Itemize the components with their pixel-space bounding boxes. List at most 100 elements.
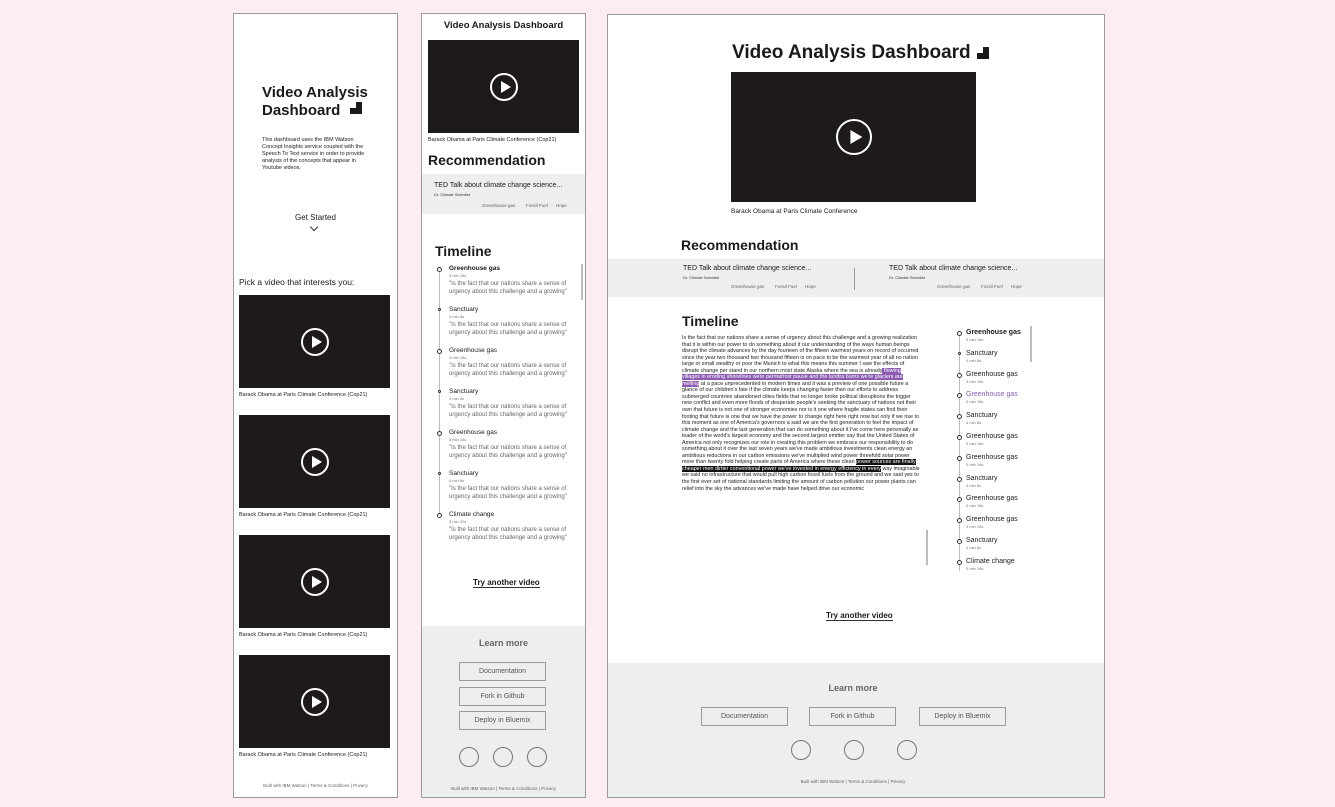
social-icon[interactable] <box>791 740 811 760</box>
rec-card-author: Dr. Climate Scientist <box>683 275 720 280</box>
video-thumbnail-2[interactable] <box>239 415 390 508</box>
timeline-item-label[interactable]: Sanctuary <box>966 350 998 357</box>
timeline-item-label[interactable]: Greenhouse gas <box>966 433 1018 440</box>
timeline-marker[interactable] <box>957 518 962 523</box>
play-icon[interactable] <box>300 327 329 356</box>
timeline-marker[interactable] <box>437 513 442 518</box>
timeline-item-label[interactable]: Sanctuary <box>449 388 478 395</box>
timeline-marker[interactable] <box>438 390 441 393</box>
timeline-marker[interactable] <box>957 456 962 461</box>
timeline-item-label[interactable]: Greenhouse gas <box>966 495 1018 502</box>
timeline-item-label[interactable]: Greenhouse gas <box>966 371 1018 378</box>
timeline-item-label[interactable]: Greenhouse gas <box>966 454 1018 461</box>
timeline-marker[interactable] <box>437 267 442 272</box>
learn-more-heading: Learn more <box>828 683 878 693</box>
timeline-item-time: 4 min 8s <box>449 478 465 483</box>
social-icon[interactable] <box>897 740 917 760</box>
chevron-down-icon[interactable] <box>309 222 319 232</box>
rec-tag[interactable]: Greenhouse gas <box>731 284 764 289</box>
fork-github-button[interactable]: Fork in Github <box>809 707 896 726</box>
footer-privacy-link[interactable]: Privacy <box>353 783 368 788</box>
timeline-item-label[interactable]: Sanctuary <box>449 470 478 477</box>
footer-built-link[interactable]: Built with IBM Watson <box>451 786 495 791</box>
timeline-item-label[interactable]: Sanctuary <box>966 412 998 419</box>
timeline-item-label[interactable]: Sanctuary <box>449 306 478 313</box>
timeline-marker[interactable] <box>957 560 962 565</box>
timeline-scrollbar[interactable] <box>1030 326 1032 362</box>
timeline-marker[interactable] <box>957 435 962 440</box>
timeline-item-time: 3 min 18s <box>966 337 984 342</box>
timeline-marker[interactable] <box>957 331 962 336</box>
timeline-item-label[interactable]: Sanctuary <box>966 475 998 482</box>
timeline-marker[interactable] <box>437 431 442 436</box>
rec-tag[interactable]: Fossil Fuel <box>526 203 548 208</box>
timeline-marker[interactable] <box>957 477 962 482</box>
video-player[interactable] <box>731 72 976 202</box>
timeline-marker[interactable] <box>957 393 962 398</box>
social-icon[interactable] <box>459 747 479 767</box>
timeline-item-label[interactable]: Greenhouse gas <box>966 329 1021 336</box>
footer-privacy-link[interactable]: Privacy <box>891 779 906 784</box>
play-icon[interactable] <box>300 687 329 716</box>
try-another-video-link[interactable]: Try another video <box>826 611 893 621</box>
footer-built-link[interactable]: Built with IBM Watson <box>801 779 845 784</box>
video-player[interactable] <box>428 40 579 133</box>
timeline-marker[interactable] <box>957 373 962 378</box>
footer-terms-link[interactable]: Terms & Conditions <box>848 779 887 784</box>
transcript-scrollbar[interactable] <box>926 530 928 565</box>
play-icon[interactable] <box>835 119 872 155</box>
timeline-item-label[interactable]: Climate change <box>449 511 494 518</box>
rec-card-author: Dr. Climate Scientist <box>434 192 471 197</box>
video-thumbnail-4[interactable] <box>239 655 390 748</box>
video-thumbnail-1[interactable] <box>239 295 390 388</box>
timeline-scrollbar[interactable] <box>581 264 583 300</box>
social-icon[interactable] <box>527 747 547 767</box>
footer-privacy-link[interactable]: Privacy <box>541 786 556 791</box>
timeline-item-label[interactable]: Greenhouse gas <box>449 429 497 436</box>
try-another-video-link[interactable]: Try another video <box>473 578 540 588</box>
documentation-button[interactable]: Documentation <box>459 662 546 681</box>
play-icon[interactable] <box>300 447 329 476</box>
timeline-marker[interactable] <box>957 539 962 544</box>
timeline-item-quote: "Is the fact that our nations share a se… <box>449 363 567 377</box>
footer-built-link[interactable]: Built with IBM Watson <box>263 783 307 788</box>
rec-tag[interactable]: Hope <box>805 284 816 289</box>
timeline-item-label[interactable]: Greenhouse gas <box>449 347 497 354</box>
footer: Built with IBM Watson | Terms & Conditio… <box>263 783 368 788</box>
timeline-item-label[interactable]: Greenhouse gas <box>449 265 500 272</box>
rec-card[interactable]: TED Talk about climate change science...… <box>889 265 1049 295</box>
rec-tag[interactable]: Fossil Fuel <box>981 284 1003 289</box>
timeline-marker[interactable] <box>957 497 962 502</box>
learn-more-heading: Learn more <box>478 638 529 648</box>
rec-tag[interactable]: Greenhouse gas <box>937 284 970 289</box>
documentation-button[interactable]: Documentation <box>701 707 788 726</box>
timeline-item-time: 4 min 8s <box>449 396 465 401</box>
play-icon[interactable] <box>489 72 518 101</box>
timeline-marker[interactable] <box>438 472 441 475</box>
rec-tag[interactable]: Fossil Fuel <box>775 284 797 289</box>
play-icon[interactable] <box>300 567 329 596</box>
timeline-item-label[interactable]: Sanctuary <box>966 537 998 544</box>
get-started-button[interactable]: Get Started <box>234 213 397 222</box>
social-icon[interactable] <box>493 747 513 767</box>
social-icon[interactable] <box>844 740 864 760</box>
timeline-item-time: 3 min 18s <box>449 355 467 360</box>
timeline-marker[interactable] <box>958 352 961 355</box>
rec-card[interactable]: TED Talk about climate change science...… <box>683 265 843 295</box>
deploy-bluemix-button[interactable]: Deploy in Bluemix <box>919 707 1006 726</box>
rec-tag[interactable]: Hope <box>556 203 567 208</box>
footer-terms-link[interactable]: Terms & Conditions <box>310 783 349 788</box>
fork-github-button[interactable]: Fork in Github <box>459 687 546 706</box>
timeline-marker[interactable] <box>437 349 442 354</box>
timeline-item-label[interactable]: Greenhouse gas <box>966 391 1018 398</box>
video-thumbnail-3[interactable] <box>239 535 390 628</box>
timeline-marker[interactable] <box>438 308 441 311</box>
rec-tag[interactable]: Greenhouse gas <box>482 203 515 208</box>
deploy-bluemix-button[interactable]: Deploy in Bluemix <box>459 711 546 730</box>
timeline-item-label[interactable]: Climate change <box>966 558 1015 565</box>
rec-card[interactable]: TED Talk about climate change science...… <box>434 182 579 212</box>
timeline-item-label[interactable]: Greenhouse gas <box>966 516 1018 523</box>
rec-tag[interactable]: Hope <box>1011 284 1022 289</box>
footer-terms-link[interactable]: Terms & Conditions <box>498 786 537 791</box>
timeline-marker[interactable] <box>957 414 962 419</box>
